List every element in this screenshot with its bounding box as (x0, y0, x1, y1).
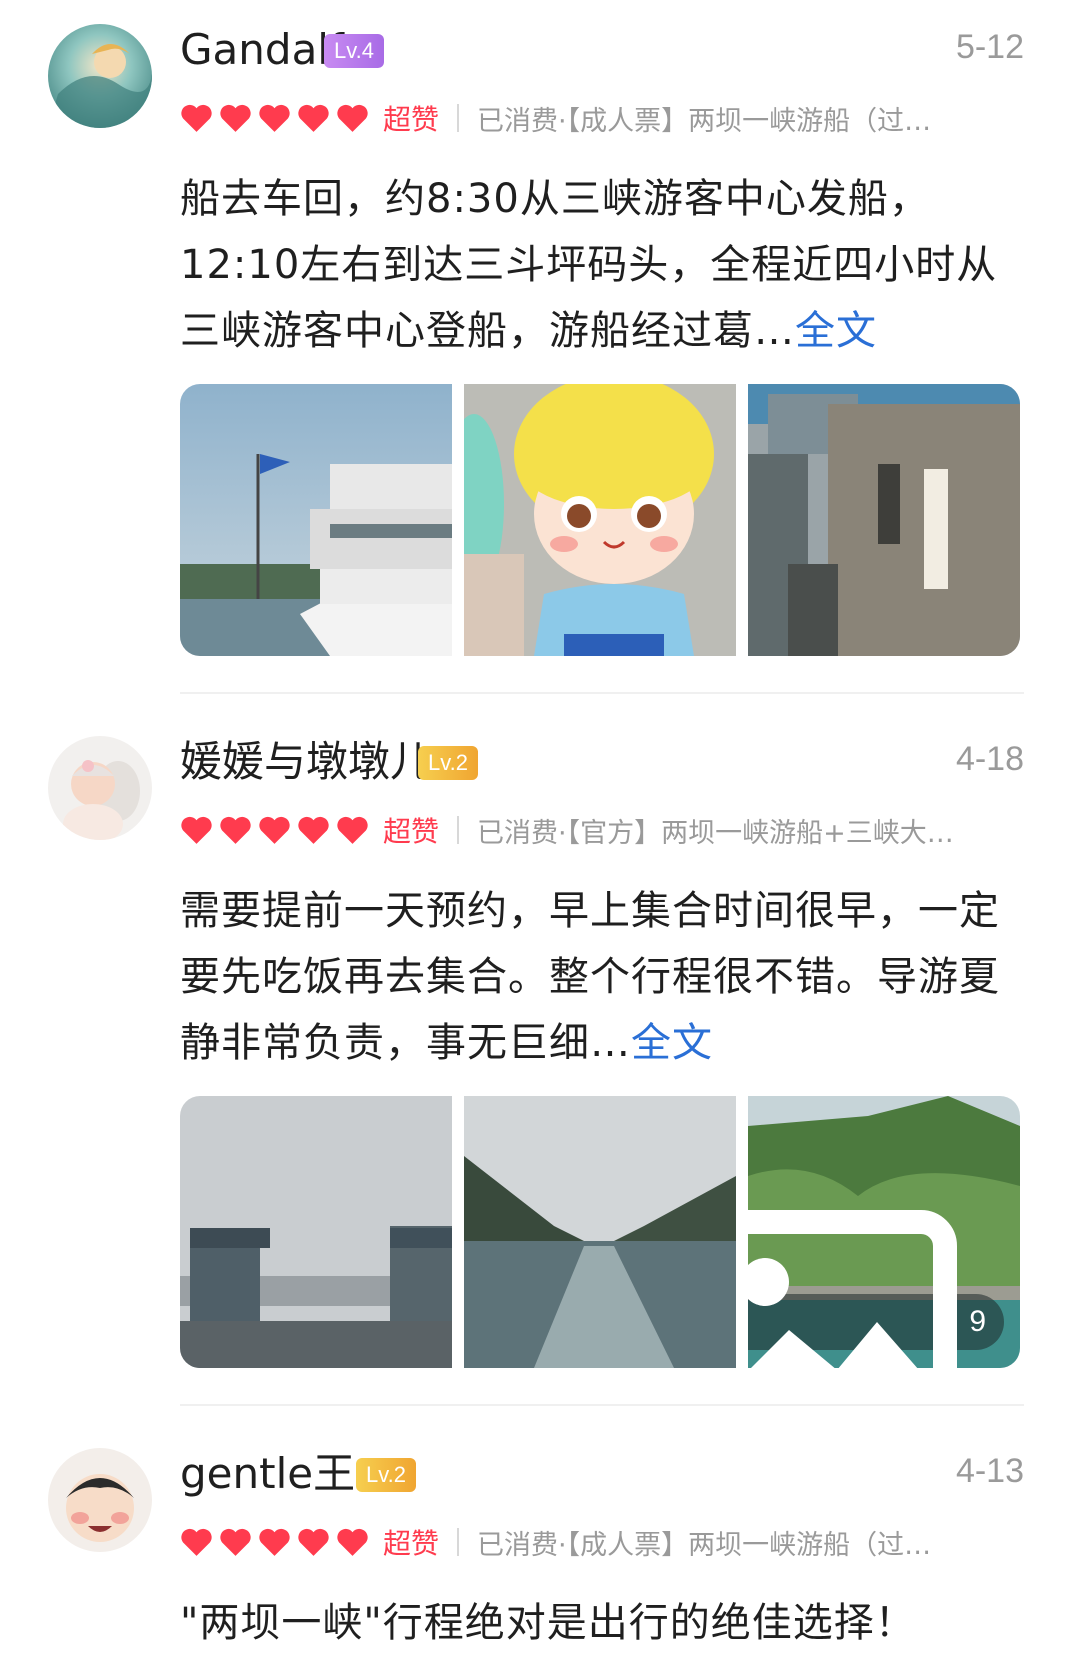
heart-icon (259, 816, 290, 844)
rating-row: 超赞 已消费·【官方】两坝一峡游船+三峡大… (180, 808, 1017, 852)
review-photo[interactable] (180, 384, 452, 656)
separator (457, 816, 460, 844)
review-text[interactable]: 船去车回，约8:30从三峡游客中心发船，12:10左右到达三斗坪码头，全程近四小… (180, 166, 1010, 364)
divider (180, 1404, 1024, 1406)
heart-icon (259, 104, 290, 132)
review-photo[interactable] (180, 1096, 452, 1368)
review-text[interactable]: 需要提前一天预约，早上集合时间很早，一定要先吃饭再去集合。整个行程很不错。导游夏… (180, 878, 1010, 1076)
username[interactable]: 媛媛与墩墩儿 (180, 734, 432, 790)
heart-icon (298, 816, 329, 844)
separator (457, 1528, 460, 1556)
heart-icon (220, 816, 251, 844)
rating-label: 超赞 (383, 103, 440, 136)
rating-row: 超赞 已消费·【成人票】两坝一峡游船（过… (180, 96, 1017, 140)
level-badge: Lv.4 (324, 34, 384, 68)
review-text[interactable]: "两坝一峡"行程绝对是出行的绝佳选择！ (180, 1590, 1010, 1656)
review-photo[interactable] (464, 1096, 736, 1368)
review-text-content: 需要提前一天预约，早上集合时间很早，一定要先吃饭再去集合。整个行程很不错。导游夏… (180, 888, 1000, 1066)
level-badge: Lv.2 (418, 746, 478, 780)
heart-icon (337, 816, 368, 844)
heart-icon (181, 1528, 212, 1556)
review-date: 5-12 (955, 28, 1024, 66)
rating-label: 超赞 (383, 815, 440, 848)
rating-label: 超赞 (383, 1527, 440, 1560)
review-photo[interactable] (748, 384, 1020, 656)
consumed-product[interactable]: 已消费·【成人票】两坝一峡游船（过… (477, 1523, 1017, 1562)
review-date: 4-13 (955, 1452, 1024, 1490)
avatar[interactable] (48, 24, 152, 128)
level-badge: Lv.2 (356, 1458, 416, 1492)
photo-count: 9 (969, 1305, 986, 1338)
avatar[interactable] (48, 736, 152, 840)
heart-icon (181, 104, 212, 132)
heart-icon (298, 1528, 329, 1556)
gallery-icon (748, 1210, 958, 1368)
heart-icon (337, 104, 368, 132)
consumed-product[interactable]: 已消费·【成人票】两坝一峡游船（过… (477, 99, 1017, 138)
photo-count-badge[interactable]: 9 (748, 1210, 1004, 1368)
review-photo[interactable]: 9 (748, 1096, 1020, 1368)
review-text-content: "两坝一峡"行程绝对是出行的绝佳选择！ (180, 1600, 916, 1646)
divider (180, 692, 1024, 694)
read-more-link[interactable]: 全文 (631, 1020, 713, 1066)
heart-icon (298, 104, 329, 132)
read-more-link[interactable]: 全文 (795, 308, 877, 354)
separator (457, 104, 460, 132)
rating-row: 超赞 已消费·【成人票】两坝一峡游船（过… (180, 1520, 1017, 1564)
consumed-product[interactable]: 已消费·【官方】两坝一峡游船+三峡大… (477, 811, 1017, 850)
review-date: 4-18 (955, 740, 1024, 778)
rating-hearts (180, 103, 369, 133)
photo-grid: 9 (180, 1096, 1020, 1368)
username[interactable]: Gandalf (180, 22, 344, 78)
username[interactable]: gentle王 (180, 1446, 355, 1502)
review-photo[interactable] (464, 384, 736, 656)
heart-icon (220, 104, 251, 132)
heart-icon (259, 1528, 290, 1556)
photo-grid (180, 384, 1020, 656)
rating-hearts (180, 815, 369, 845)
heart-icon (337, 1528, 368, 1556)
rating-hearts (180, 1527, 369, 1557)
heart-icon (220, 1528, 251, 1556)
avatar[interactable] (48, 1448, 152, 1552)
heart-icon (181, 816, 212, 844)
